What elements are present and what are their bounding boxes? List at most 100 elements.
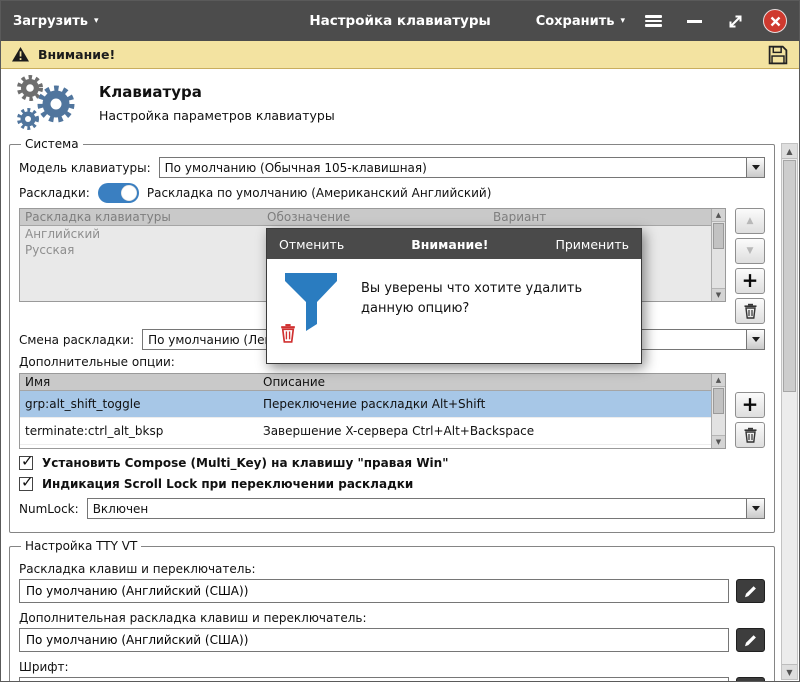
load-button[interactable]: Загрузить ▾ <box>13 14 99 29</box>
menu-button[interactable] <box>640 8 666 34</box>
toggle-knob <box>121 185 137 201</box>
tty-section-legend: Настройка TTY VT <box>21 539 141 553</box>
extra-options-label: Дополнительные опции: <box>19 355 175 369</box>
load-button-label: Загрузить <box>13 14 88 29</box>
tty-font-field[interactable]: По умолчанию (Европейская латинская) <box>19 677 729 682</box>
dropdown-arrow-icon <box>746 158 764 177</box>
column-header: Обозначение <box>262 209 488 225</box>
save-button[interactable]: Сохранить ▾ <box>536 14 625 29</box>
close-icon <box>770 16 781 27</box>
check-icon: ✓ <box>21 473 34 491</box>
tty-layout-label: Раскладка клавиш и переключатель: <box>19 562 765 576</box>
minimize-button[interactable] <box>681 8 707 34</box>
delete-option-button[interactable] <box>735 422 765 448</box>
window-title: Настройка клавиатуры <box>309 13 490 29</box>
column-header: Вариант <box>488 209 711 225</box>
scroll-up-icon[interactable]: ▲ <box>712 209 725 222</box>
keyboard-model-select[interactable]: По умолчанию (Обычная 105-клавишная) <box>159 157 765 178</box>
numlock-value: Включен <box>93 502 149 516</box>
check-icon: ✓ <box>21 452 34 470</box>
scroll-up-icon[interactable]: ▲ <box>782 144 797 159</box>
edit-tty-font-button[interactable] <box>736 677 765 682</box>
dialog-title: Внимание! <box>411 237 488 252</box>
edit-tty-layout-button[interactable] <box>736 579 765 603</box>
scrollbar-thumb[interactable] <box>783 160 796 392</box>
caret-down-icon: ▾ <box>94 17 99 26</box>
tty-layout-value: По умолчанию (Английский (США)) <box>26 584 248 598</box>
delete-trash-icon <box>279 323 297 343</box>
move-down-button[interactable]: ▼ <box>735 238 765 264</box>
scroll-down-icon[interactable]: ▼ <box>782 664 797 679</box>
keyboard-model-value: По умолчанию (Обычная 105-клавишная) <box>165 161 427 175</box>
scroll-lock-indicator-checkbox[interactable]: ✓ <box>19 477 33 491</box>
cell-layout: Английский <box>20 227 262 241</box>
page-header: Клавиатура Настройка параметров клавиату… <box>1 69 799 137</box>
keyboard-settings-window: Загрузить ▾ Настройка клавиатуры Сохрани… <box>0 0 800 682</box>
cell-option-name: terminate:ctrl_alt_bksp <box>20 424 258 438</box>
titlebar-actions: Сохранить ▾ <box>536 8 787 34</box>
layouts-table-actions: ▲ ▼ + <box>735 208 765 324</box>
tty-extra-layout-value: По умолчанию (Английский (США)) <box>26 633 248 647</box>
quick-save-button[interactable] <box>767 44 789 66</box>
trash-icon <box>743 427 758 443</box>
add-option-button[interactable]: + <box>735 392 765 418</box>
delete-layout-button[interactable] <box>735 298 765 324</box>
pencil-icon <box>743 633 758 648</box>
tty-extra-layout-label: Дополнительная раскладка клавиш и перекл… <box>19 611 765 625</box>
tty-layout-field[interactable]: По умолчанию (Английский (США)) <box>19 579 729 603</box>
options-table-header: Имя Описание <box>20 374 725 391</box>
dialog-cancel-button[interactable]: Отменить <box>279 237 344 252</box>
maximize-button[interactable] <box>722 8 748 34</box>
cell-option-description: Завершение X-сервера Ctrl+Alt+Backspace <box>258 424 725 438</box>
scroll-down-icon[interactable]: ▼ <box>712 435 725 448</box>
dropdown-arrow-icon <box>746 499 764 518</box>
options-table: Имя Описание grp:alt_shift_toggle Перекл… <box>19 373 726 449</box>
keyboard-model-label: Модель клавиатуры: <box>19 161 151 175</box>
page-title: Клавиатура <box>99 83 335 101</box>
layouts-table-header: Раскладка клавиатуры Обозначение Вариант <box>20 209 725 226</box>
main-scrollbar[interactable]: ▲ ▼ <box>781 143 798 680</box>
page-subtitle: Настройка параметров клавиатуры <box>99 108 335 123</box>
scrollbar-thumb[interactable] <box>713 388 724 414</box>
close-button[interactable] <box>763 9 787 33</box>
numlock-select[interactable]: Включен <box>87 498 765 519</box>
dialog-header: Отменить Внимание! Применить <box>267 229 641 259</box>
layouts-label: Раскладки: <box>19 186 90 200</box>
tty-section: Настройка TTY VT Раскладка клавиш и пере… <box>9 539 775 682</box>
tty-font-label: Шрифт: <box>19 660 765 674</box>
cell-option-description: Переключение раскладки Alt+Shift <box>258 397 725 411</box>
scroll-down-icon[interactable]: ▼ <box>712 288 725 301</box>
caret-down-icon: ▾ <box>620 17 625 26</box>
save-button-label: Сохранить <box>536 14 615 29</box>
table-row-selected[interactable]: grp:alt_shift_toggle Переключение раскла… <box>20 391 725 418</box>
hamburger-icon <box>645 13 662 29</box>
confirm-delete-dialog: Отменить Внимание! Применить Вы уверены … <box>266 228 642 364</box>
options-table-scrollbar[interactable]: ▲ ▼ <box>711 374 725 448</box>
minimize-icon <box>687 20 702 23</box>
compose-key-checkbox[interactable]: ✓ <box>19 456 33 470</box>
default-layout-toggle[interactable] <box>98 183 139 203</box>
layouts-toggle-text: Раскладка по умолчанию (Американский Анг… <box>147 186 492 200</box>
scrollbar-thumb[interactable] <box>713 223 724 249</box>
warning-bar: Внимание! <box>1 41 799 69</box>
scroll-lock-indicator-label: Индикация Scroll Lock при переключении р… <box>42 477 413 491</box>
cell-layout: Русская <box>20 243 262 257</box>
add-layout-button[interactable]: + <box>735 268 765 294</box>
tty-extra-layout-field[interactable]: По умолчанию (Английский (США)) <box>19 628 729 652</box>
table-row[interactable]: terminate:ctrl_alt_bksp Завершение X-сер… <box>20 418 725 445</box>
column-header: Имя <box>20 374 258 390</box>
dialog-body: Вы уверены что хотите удалить данную опц… <box>267 259 641 363</box>
move-up-button[interactable]: ▲ <box>735 208 765 234</box>
gears-icon <box>13 74 79 132</box>
edit-tty-extra-layout-button[interactable] <box>736 628 765 652</box>
scroll-up-icon[interactable]: ▲ <box>712 374 725 387</box>
compose-key-label: Установить Compose (Multi_Key) на клавиш… <box>42 456 448 470</box>
trash-icon <box>743 303 758 319</box>
layout-switch-label: Смена раскладки: <box>19 333 134 347</box>
titlebar: Загрузить ▾ Настройка клавиатуры Сохрани… <box>1 1 799 41</box>
floppy-disk-icon <box>767 44 789 66</box>
column-header: Описание <box>258 374 711 390</box>
system-section-legend: Система <box>21 137 83 151</box>
layouts-table-scrollbar[interactable]: ▲ ▼ <box>711 209 725 301</box>
dialog-apply-button[interactable]: Применить <box>555 237 629 252</box>
